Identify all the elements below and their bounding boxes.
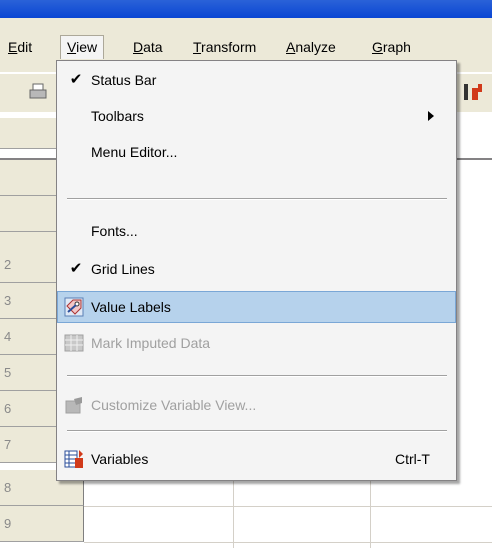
menu-item-status-bar[interactable]: ✔ Status Bar xyxy=(58,65,455,95)
menu-separator xyxy=(67,198,447,200)
menu-item-label: Customize Variable View... xyxy=(91,397,257,413)
menu-edit[interactable]: Edit xyxy=(8,36,32,58)
value-labels-icon xyxy=(64,297,84,317)
menu-item-mark-imputed-data: Mark Imputed Data xyxy=(58,328,455,358)
check-icon: ✔ xyxy=(69,260,83,277)
menu-transform[interactable]: Transform xyxy=(193,36,256,58)
variables-icon xyxy=(64,450,83,468)
menu-item-label: Grid Lines xyxy=(91,261,155,277)
menu-data[interactable]: Data xyxy=(133,36,163,58)
menu-item-customize-variable-view: Customize Variable View... xyxy=(58,390,455,420)
row-header[interactable]: 9 xyxy=(0,506,84,542)
menu-item-grid-lines[interactable]: ✔ Grid Lines xyxy=(58,254,455,284)
chart-icon[interactable] xyxy=(462,82,482,102)
menu-item-label: Toolbars xyxy=(91,108,144,124)
menu-item-label: Value Labels xyxy=(91,299,171,315)
customize-icon xyxy=(65,397,82,414)
row-divider xyxy=(84,542,492,543)
cell-reference-box[interactable] xyxy=(0,118,57,149)
menu-analyze[interactable]: Analyze xyxy=(286,36,336,58)
view-menu-dropdown: ✔ Status Bar Toolbars Menu Editor... Fon… xyxy=(56,60,457,481)
submenu-arrow-icon xyxy=(428,111,434,121)
print-icon[interactable] xyxy=(28,82,48,102)
menu-item-fonts[interactable]: Fonts... xyxy=(58,216,455,246)
menu-item-menu-editor[interactable]: Menu Editor... xyxy=(58,137,455,167)
menu-graphs[interactable]: Graph xyxy=(372,36,411,58)
menu-item-label: Menu Editor... xyxy=(91,144,178,160)
menu-item-label: Mark Imputed Data xyxy=(91,335,211,351)
menu-separator xyxy=(67,375,447,377)
menu-item-shortcut: Ctrl-T xyxy=(395,451,430,467)
check-icon: ✔ xyxy=(69,71,83,88)
menu-item-toolbars[interactable]: Toolbars xyxy=(58,101,455,131)
menu-item-label: Status Bar xyxy=(91,72,157,88)
menu-item-label: Fonts... xyxy=(91,223,138,239)
menu-item-value-labels[interactable]: Value Labels xyxy=(57,291,456,323)
title-bar xyxy=(0,0,492,18)
menu-item-label: Variables xyxy=(91,451,149,467)
menu-view[interactable]: View xyxy=(60,35,105,59)
grid-icon xyxy=(64,334,84,352)
row-divider xyxy=(84,506,492,507)
menu-separator xyxy=(67,430,447,432)
menu-item-variables[interactable]: Variables Ctrl-T xyxy=(58,444,455,474)
